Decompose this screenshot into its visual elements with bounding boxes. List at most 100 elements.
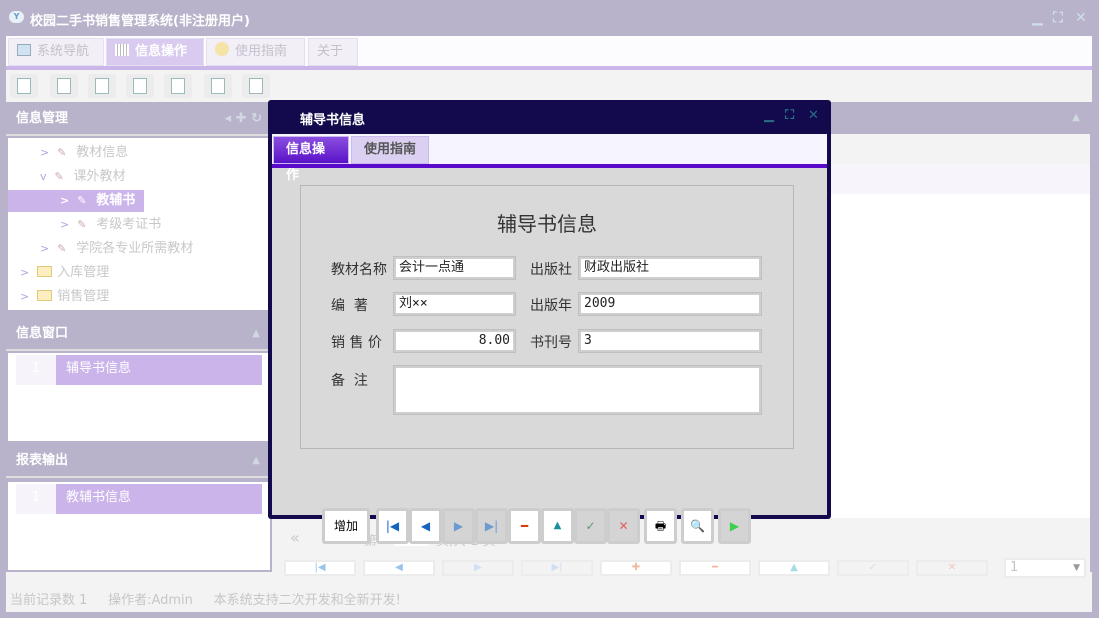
list-icon[interactable] (50, 74, 78, 98)
monitor-icon (17, 44, 31, 56)
panel-title: 信息窗口 (16, 326, 69, 341)
tree-item[interactable]: > 入库管理 (20, 262, 109, 284)
document-icon[interactable] (88, 74, 116, 98)
cancel-button[interactable]: ✕ (916, 560, 988, 576)
tab-about[interactable]: 关于 (308, 38, 358, 66)
up-icon: ▲ (544, 511, 571, 541)
info-window-list: 1 辅导书信息 (8, 353, 270, 441)
tab-label: 系统导航 (37, 44, 90, 59)
edit-record-button[interactable]: ▲ (541, 508, 574, 544)
dialog-tabs: 信息操作 使用指南 (272, 134, 827, 183)
panel-title: 报表输出 (16, 453, 69, 468)
dialog-tab-underline (272, 164, 827, 168)
form-title: 辅导书信息 (497, 212, 597, 236)
tab-label: 信息操作 (135, 44, 188, 59)
add-page-icon[interactable] (204, 74, 232, 98)
add-record-button[interactable]: 增加 (322, 508, 370, 544)
issue-field[interactable]: 3 (578, 329, 762, 353)
name-field[interactable]: 会计一点通 (393, 256, 516, 280)
help-icon (215, 42, 229, 56)
prev-record-button[interactable]: ◀ (409, 508, 442, 544)
first-page-icon[interactable]: « (290, 528, 300, 547)
add-button[interactable]: ✚ (600, 560, 672, 576)
nav-prev-button[interactable]: ◀ (363, 560, 435, 576)
run-button[interactable]: ▶ (718, 508, 751, 544)
screen-icon[interactable] (164, 74, 192, 98)
tab-system-nav[interactable]: 系统导航 (8, 38, 104, 66)
list-item[interactable]: 1 教辅书信息 (16, 484, 262, 514)
x-icon: ✕ (610, 511, 637, 541)
remark-label: 备 注 (331, 373, 368, 389)
preview-icon: 🔍 (684, 511, 711, 541)
collapse-icon[interactable]: ▲ (252, 319, 260, 349)
dialog-body: 信息操作 使用指南 辅导书信息 教材名称 会计一点通 出版社 财政出版社 编 著… (272, 134, 827, 544)
tree-item[interactable]: v ✎ 课外教材 (40, 166, 126, 188)
restore-icon[interactable]: ⛶ (1053, 10, 1063, 26)
year-field[interactable]: 2009 (578, 292, 762, 316)
delete-button[interactable]: ━ (679, 560, 751, 576)
dialog-window: 辅导书信息 ▁ ⛶ ✕ 信息操作 使用指南 辅导书信息 教材名称 会计一点通 出… (268, 100, 831, 544)
dialog-tab-ops[interactable]: 信息操作 (273, 136, 349, 183)
year-label: 出版年 (530, 298, 572, 314)
author-label: 编 著 (331, 298, 368, 314)
folder-icon (37, 290, 53, 301)
tree-item[interactable]: > ✎ 考级考证书 (60, 214, 161, 236)
printer-icon: 🖶 (647, 511, 674, 541)
print-button[interactable]: 🖶 (644, 508, 677, 544)
publisher-field[interactable]: 财政出版社 (578, 256, 762, 280)
first-icon: |◀ (379, 511, 406, 541)
tree-item[interactable]: > 销售管理 (20, 286, 109, 308)
minimize-icon[interactable]: ▁ (764, 108, 774, 123)
dialog-title: 辅导书信息 (300, 113, 366, 128)
nav-next-button[interactable]: ▶ (442, 560, 514, 576)
book-icon: ✎ (57, 242, 67, 255)
user-icon[interactable] (126, 74, 154, 98)
close-icon[interactable]: ✕ (1075, 10, 1087, 26)
folder-icon (37, 266, 53, 277)
book-icon: ✎ (77, 218, 87, 231)
play-icon: ▶ (721, 511, 748, 541)
last-record-button[interactable]: ▶| (475, 508, 508, 544)
nav-tree: > ✎ 教材信息 v ✎ 课外教材 > ✎ 教辅书 > ✎ 考级考证书 > ✎ 学院各专业所需教材 … (8, 138, 270, 310)
maximize-icon[interactable]: ⛶ (785, 108, 794, 123)
tree-item-selected[interactable]: > ✎ 教辅书 (8, 190, 144, 212)
window-icon[interactable] (242, 74, 270, 98)
search-icon[interactable] (10, 74, 38, 98)
tab-info-ops[interactable]: 信息操作 (106, 38, 204, 66)
record-count: 当前记录数 1 (10, 593, 88, 608)
close-icon[interactable]: ✕ (808, 108, 819, 123)
name-label: 教材名称 (331, 262, 387, 278)
print-preview-button[interactable]: 🔍 (681, 508, 714, 544)
save-record-button[interactable]: ✓ (574, 508, 607, 544)
first-record-button[interactable]: |◀ (376, 508, 409, 544)
cancel-record-button[interactable]: ✕ (607, 508, 640, 544)
info-window-header: 信息窗口 ▲ (6, 319, 270, 351)
list-item[interactable]: 1 辅导书信息 (16, 355, 262, 385)
next-record-button[interactable]: ▶ (442, 508, 475, 544)
publisher-label: 出版社 (530, 262, 572, 278)
operator: 操作者:Admin (108, 593, 193, 608)
tab-guide[interactable]: 使用指南 (206, 38, 305, 66)
price-field[interactable]: 8.00 (393, 329, 516, 353)
edit-button[interactable]: ▲ (758, 560, 830, 576)
collapse-icon[interactable]: ▲ (1072, 112, 1080, 123)
tree-item[interactable]: > ✎ 教材信息 (40, 142, 128, 164)
tree-item[interactable]: > ✎ 学院各专业所需教材 (40, 238, 193, 260)
nav-first-button[interactable]: |◀ (284, 560, 356, 576)
author-field[interactable]: 刘×× (393, 292, 516, 316)
issue-label: 书刊号 (530, 335, 572, 351)
page-size-select[interactable]: 1 ▼ (1004, 558, 1086, 578)
panel-tools-icon[interactable]: ◂ ✚ ↻ (225, 104, 262, 134)
price-label: 销 售 价 (331, 335, 382, 351)
remark-textarea[interactable] (393, 365, 762, 415)
nav-last-button[interactable]: ▶| (521, 560, 593, 576)
delete-record-button[interactable]: ━ (508, 508, 541, 544)
window-title: 校园二手书销售管理系统(非注册用户) (30, 14, 250, 29)
collapse-icon[interactable]: ▲ (252, 446, 260, 476)
confirm-button[interactable]: ✓ (837, 560, 909, 576)
dialog-tab-guide[interactable]: 使用指南 (351, 136, 429, 164)
report-list: 1 教辅书信息 (8, 482, 270, 570)
book-icon: ✎ (57, 146, 67, 159)
minimize-icon[interactable]: ▁ (1032, 10, 1043, 26)
status-bar: 当前记录数 1 操作者:Admin 本系统支持二次开发和全新开发! (10, 589, 401, 608)
